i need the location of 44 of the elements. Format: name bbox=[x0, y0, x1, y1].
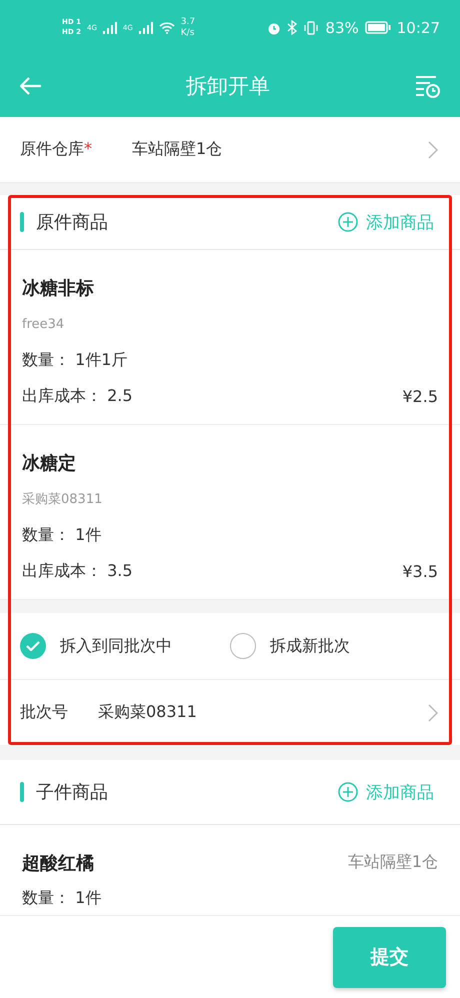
quantity-text: 数量： 1件 bbox=[22, 888, 102, 909]
list-clock-icon bbox=[414, 73, 440, 99]
quantity-text: 数量： 1件 bbox=[22, 524, 102, 546]
product-name: 超酸红橘 bbox=[22, 852, 94, 875]
speed-unit: K/s bbox=[180, 28, 196, 38]
signal-icon bbox=[138, 22, 153, 34]
network-speed: 3.7 bbox=[180, 17, 196, 27]
batch-row[interactable]: 批次号 采购菜08311 bbox=[0, 680, 460, 745]
amount-text: ¥2.5 bbox=[402, 386, 438, 406]
accent-bar bbox=[20, 212, 24, 232]
battery-icon bbox=[364, 21, 391, 34]
battery-percent: 83% bbox=[325, 18, 359, 36]
cost-text: 出库成本： 3.5 bbox=[22, 560, 133, 582]
history-button[interactable] bbox=[414, 73, 440, 99]
field-value: 采购菜08311 bbox=[98, 702, 198, 723]
chevron-right-icon bbox=[428, 140, 438, 158]
section-title: 原件商品 bbox=[36, 211, 109, 234]
plus-circle-icon bbox=[338, 782, 358, 802]
quantity-text: 数量： 1件1斤 bbox=[22, 350, 128, 370]
batch-option[interactable]: 拆成新批次 bbox=[230, 633, 440, 659]
batch-option[interactable]: 拆入到同批次中 bbox=[20, 633, 230, 659]
chevron-right-icon bbox=[428, 704, 438, 722]
signal-icon bbox=[102, 22, 117, 34]
page-title: 拆卸开单 bbox=[186, 73, 270, 100]
field-label: 原件仓库* bbox=[20, 139, 93, 160]
back-arrow-icon bbox=[20, 77, 42, 95]
field-label: 批次号 bbox=[20, 702, 69, 723]
plus-circle-icon bbox=[338, 212, 358, 232]
cost-text: 出库成本： 2.5 bbox=[22, 386, 133, 406]
product-code: 采购菜08311 bbox=[22, 491, 102, 508]
wifi-icon bbox=[158, 22, 175, 34]
accent-bar bbox=[20, 782, 24, 802]
product-warehouse: 车站隔壁1仓 bbox=[348, 852, 438, 874]
bluetooth-icon bbox=[287, 20, 298, 35]
alarm-icon bbox=[267, 20, 282, 34]
field-value: 车站隔壁1仓 bbox=[132, 139, 224, 160]
vibrate-icon bbox=[303, 20, 320, 34]
product-name: 冰糖定 bbox=[22, 452, 76, 475]
clock: 10:27 bbox=[396, 18, 440, 36]
amount-text: ¥3.5 bbox=[402, 562, 438, 580]
section-title: 子件商品 bbox=[36, 781, 109, 804]
back-button[interactable] bbox=[20, 77, 42, 95]
product-code: free34 bbox=[22, 316, 64, 332]
product-name: 冰糖非标 bbox=[22, 277, 94, 300]
